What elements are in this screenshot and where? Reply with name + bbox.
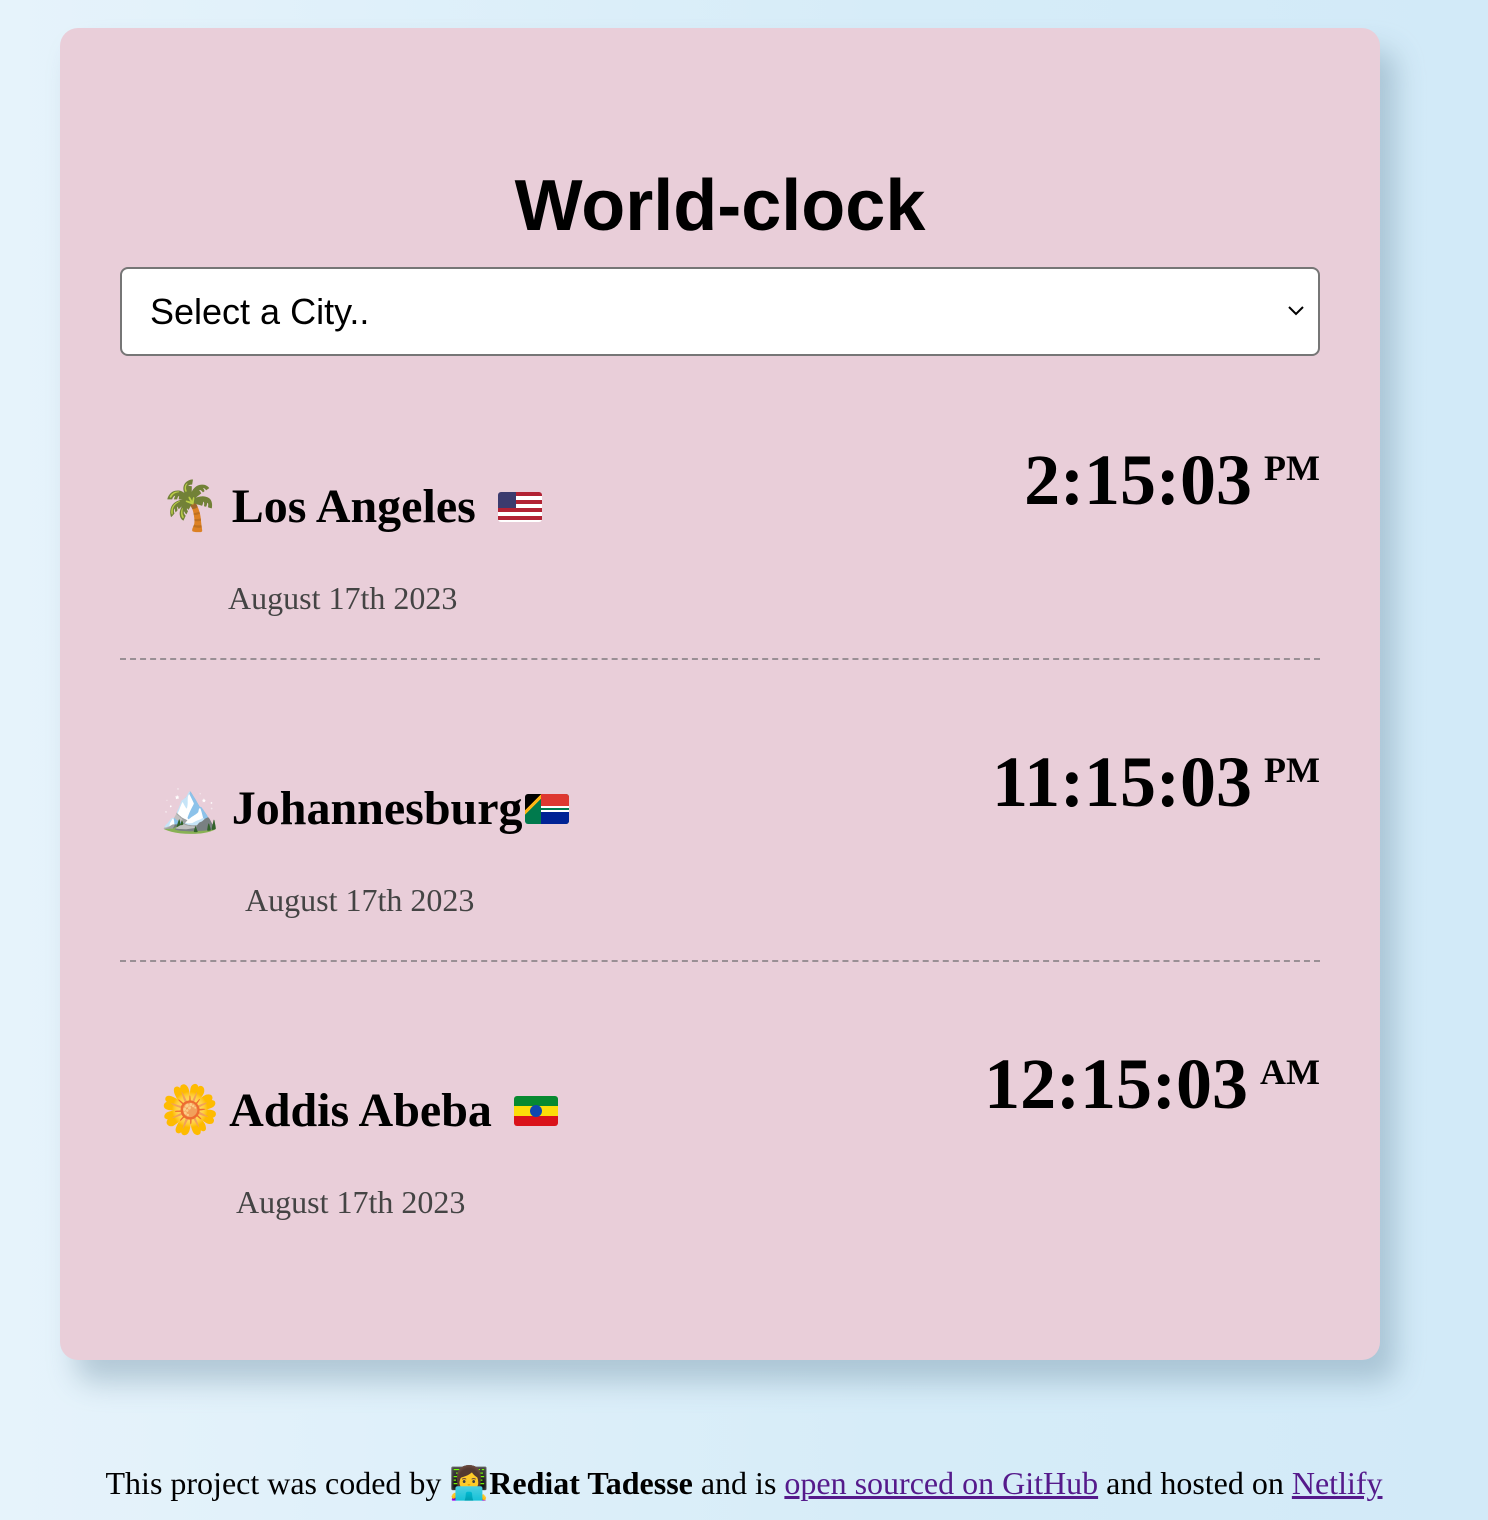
city-time: 12:15:03 AM (984, 1044, 1320, 1124)
city-select[interactable]: Select a City.. (120, 267, 1320, 356)
time-ampm: AM (1260, 1052, 1320, 1092)
city-name: Los Angeles (231, 480, 476, 533)
city-row-johannesburg: 🏔️ Johannesburg August 17th 2023 11:15:0… (120, 660, 1320, 962)
city-date: August 17th 2023 (228, 580, 458, 616)
time-ampm: PM (1264, 750, 1320, 790)
city-select-value: Select a City.. (150, 291, 370, 332)
chevron-down-icon (1288, 306, 1304, 316)
city-date: August 17th 2023 (245, 882, 475, 918)
city-name-row: 🌴 Los Angeles (160, 474, 542, 539)
page-title: World-clock (514, 166, 926, 246)
blossom-icon: 🌼 (160, 1082, 220, 1138)
city-row-los-angeles: 🌴 Los Angeles August 17th 2023 2:15:03 PM (120, 358, 1320, 660)
netlify-link[interactable]: Netlify (1292, 1465, 1383, 1501)
palm-tree-icon: 🌴 (160, 478, 220, 534)
city-name: Addis Abeba (229, 1084, 492, 1137)
city-name-row: 🌼 Addis Abeba (160, 1078, 558, 1143)
city-time: 2:15:03 PM (1024, 440, 1320, 520)
mountain-icon: 🏔️ (160, 780, 220, 836)
author-name: Rediat Tadesse (489, 1465, 693, 1501)
city-name-row: 🏔️ Johannesburg (160, 776, 569, 841)
city-date: August 17th 2023 (236, 1184, 466, 1220)
south-africa-flag-icon (524, 793, 569, 824)
github-link[interactable]: open sourced on GitHub (784, 1465, 1098, 1501)
city-name: Johannesburg (231, 782, 523, 835)
world-clock-card: World-clock Select a City.. 🌴 Los Angele… (60, 28, 1380, 1360)
time-ampm: PM (1264, 448, 1320, 488)
technologist-icon: 👩‍💻 (449, 1464, 490, 1502)
footer-text: and hosted on (1098, 1465, 1292, 1501)
us-flag-icon (497, 491, 542, 522)
time-digits: 2:15:03 (1024, 440, 1253, 520)
footer: This project was coded by 👩‍💻Rediat Tade… (0, 1462, 1488, 1504)
time-digits: 11:15:03 (992, 742, 1253, 822)
city-time: 11:15:03 PM (992, 742, 1320, 822)
footer-text: and is (692, 1465, 785, 1501)
ethiopia-flag-icon (513, 1095, 558, 1126)
time-digits: 12:15:03 (984, 1044, 1249, 1124)
footer-text: This project was coded by (105, 1465, 450, 1501)
city-row-addis-abeba: 🌼 Addis Abeba August 17th 2023 12:15:03 A… (120, 962, 1320, 1264)
